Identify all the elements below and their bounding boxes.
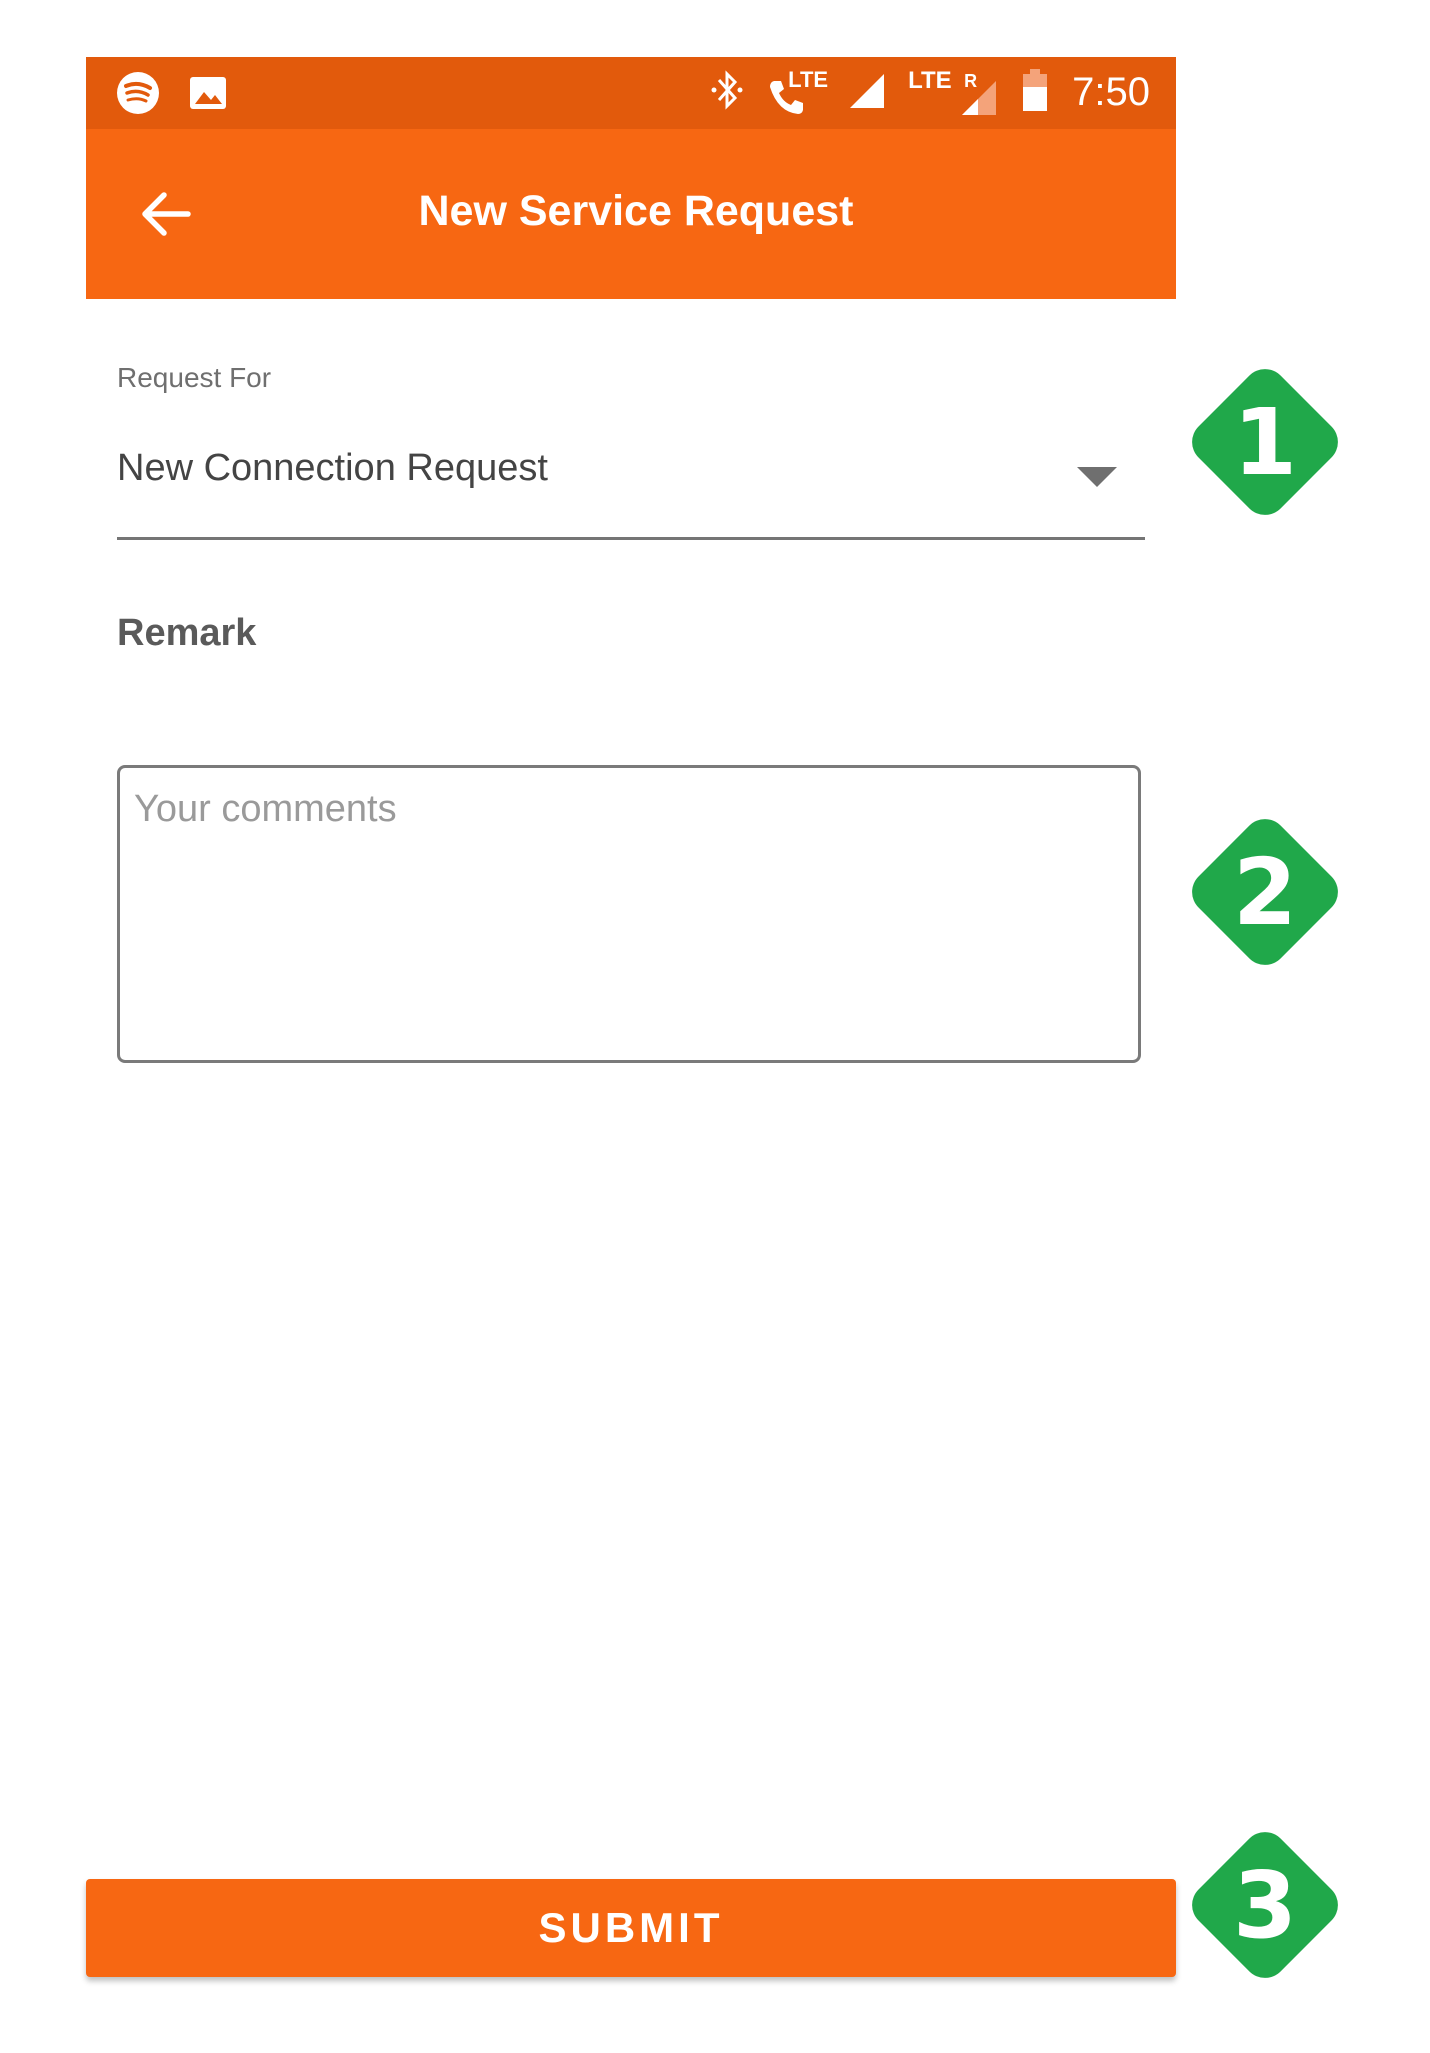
lte-label: LTE [788, 66, 829, 92]
annotation-number: 3 [1232, 1851, 1297, 1959]
annotation-marker-3: 3 [1165, 1805, 1365, 2005]
request-for-label: Request For [117, 362, 272, 393]
request-type-dropdown[interactable]: New Connection Request [117, 427, 1145, 540]
battery-icon [1020, 67, 1050, 118]
request-type-selected-value: New Connection Request [117, 447, 548, 489]
status-bar: LTE LTE R 7:50 [86, 57, 1176, 129]
annotation-number: 1 [1232, 388, 1297, 496]
image-icon [188, 73, 228, 118]
app-bar: New Service Request [86, 129, 1176, 299]
comments-textarea[interactable] [117, 765, 1141, 1063]
volte-call-icon: LTE [766, 67, 828, 117]
clock: 7:50 [1072, 70, 1150, 114]
phone-screen: LTE LTE R 7:50 New Service Request Reque… [86, 57, 1176, 2053]
annotation-marker-1: 1 [1165, 342, 1365, 542]
annotation-marker-2: 2 [1165, 792, 1365, 992]
lte-label-2: LTE [908, 66, 952, 94]
signal-icon [846, 70, 886, 115]
caret-down-icon [1077, 467, 1117, 487]
submit-button[interactable]: SUBMIT [86, 1879, 1176, 1977]
roaming-signal-icon: LTE R [908, 66, 998, 117]
bluetooth-icon [710, 68, 744, 117]
annotation-number: 2 [1232, 838, 1297, 946]
remark-label: Remark [117, 612, 257, 654]
spotify-icon [116, 71, 160, 120]
page-title: New Service Request [418, 187, 854, 235]
